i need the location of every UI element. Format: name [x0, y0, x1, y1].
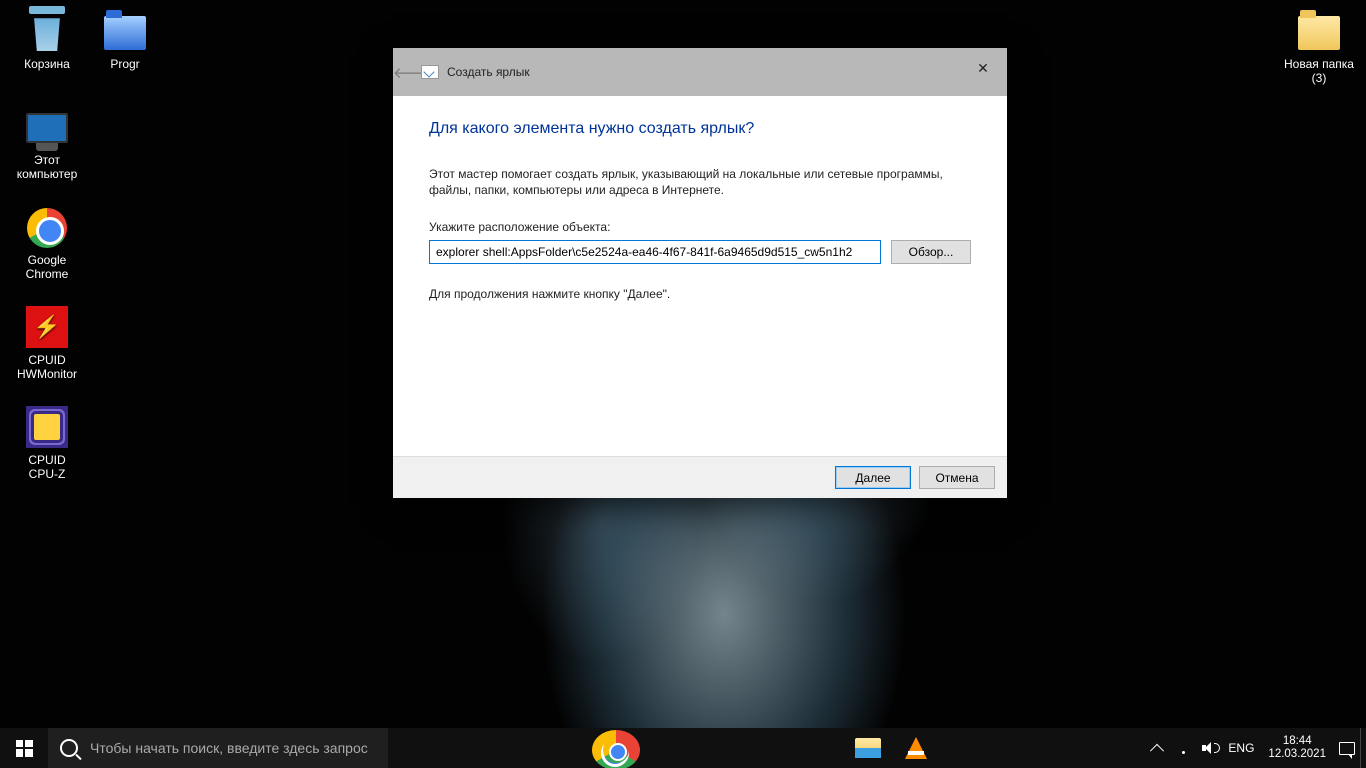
desktop-icon-cpuz[interactable]: CPUIDCPU-Z: [8, 402, 86, 481]
show-desktop-button[interactable]: [1360, 728, 1366, 768]
next-button[interactable]: Далее: [835, 466, 911, 489]
browse-button[interactable]: Обзор...: [891, 240, 971, 264]
dialog-titlebar[interactable]: 🡐 Создать ярлык ✕: [393, 48, 1007, 96]
tray-network[interactable]: [1170, 728, 1196, 768]
desktop-icon-recycle-bin[interactable]: Корзина: [8, 6, 86, 71]
recycle-bin-icon: [23, 6, 71, 54]
tray-notifications[interactable]: [1334, 728, 1360, 768]
icon-label: GoogleChrome: [8, 253, 86, 281]
desktop-icon-chrome[interactable]: GoogleChrome: [8, 202, 86, 281]
cpuz-icon: [23, 402, 71, 450]
taskbar-app-vlc[interactable]: [892, 728, 940, 768]
system-tray: ENG 18:4412.03.2021: [1144, 728, 1366, 768]
taskbar-app-chrome[interactable]: [592, 730, 640, 768]
folder-icon: [1295, 6, 1343, 54]
dialog-body: Для какого элемента нужно создать ярлык?…: [393, 96, 1007, 456]
desktop-icon-progr[interactable]: Progr: [86, 6, 164, 71]
hwmonitor-icon: ⚡: [23, 302, 71, 350]
shortcut-icon: [421, 65, 439, 79]
speaker-icon: [1202, 742, 1217, 754]
wifi-icon: [1176, 742, 1191, 754]
windows-logo-icon: [16, 740, 33, 757]
search-icon: [60, 739, 78, 757]
icon-label: CPUIDHWMonitor: [8, 353, 86, 381]
location-input[interactable]: [429, 240, 881, 264]
back-button[interactable]: 🡐: [393, 63, 421, 82]
tray-overflow-button[interactable]: [1144, 728, 1170, 768]
tray-language[interactable]: ENG: [1222, 728, 1260, 768]
icon-label: Progr: [86, 57, 164, 71]
dialog-footer: Далее Отмена: [393, 456, 1007, 498]
folder-icon: [101, 6, 149, 54]
tray-clock[interactable]: 18:4412.03.2021: [1260, 735, 1334, 761]
icon-label: Новая папка(3): [1280, 57, 1358, 85]
computer-icon: [23, 102, 71, 150]
dialog-intro: Этот мастер помогает создать ярлык, указ…: [429, 166, 971, 198]
dialog-heading: Для какого элемента нужно создать ярлык?: [429, 120, 971, 138]
desktop-icon-new-folder[interactable]: Новая папка(3): [1280, 6, 1358, 85]
icon-label: Этоткомпьютер: [8, 153, 86, 181]
desktop-icon-hwmonitor[interactable]: ⚡ CPUIDHWMonitor: [8, 302, 86, 381]
desktop-icon-this-pc[interactable]: Этоткомпьютер: [8, 102, 86, 181]
continue-hint: Для продолжения нажмите кнопку "Далее".: [429, 286, 971, 302]
start-button[interactable]: [0, 728, 48, 768]
create-shortcut-dialog: 🡐 Создать ярлык ✕ Для какого элемента ну…: [393, 48, 1007, 498]
taskbar-app-explorer[interactable]: [844, 728, 892, 768]
search-placeholder: Чтобы начать поиск, введите здесь запрос: [90, 740, 368, 756]
vlc-icon: [905, 737, 927, 759]
icon-label: CPUIDCPU-Z: [8, 453, 86, 481]
chrome-icon: [603, 737, 629, 763]
location-label: Укажите расположение объекта:: [429, 220, 971, 234]
icon-label: Корзина: [8, 57, 86, 71]
chevron-up-icon: [1150, 744, 1164, 758]
cancel-button[interactable]: Отмена: [919, 466, 995, 489]
chrome-icon: [23, 202, 71, 250]
dialog-title: Создать ярлык: [447, 65, 530, 79]
tray-volume[interactable]: [1196, 728, 1222, 768]
close-button[interactable]: ✕: [959, 48, 1007, 88]
notification-icon: [1339, 742, 1355, 755]
file-explorer-icon: [855, 738, 881, 758]
taskbar: Чтобы начать поиск, введите здесь запрос…: [0, 728, 1366, 768]
search-box[interactable]: Чтобы начать поиск, введите здесь запрос: [48, 728, 388, 768]
location-row: Обзор...: [429, 240, 971, 264]
